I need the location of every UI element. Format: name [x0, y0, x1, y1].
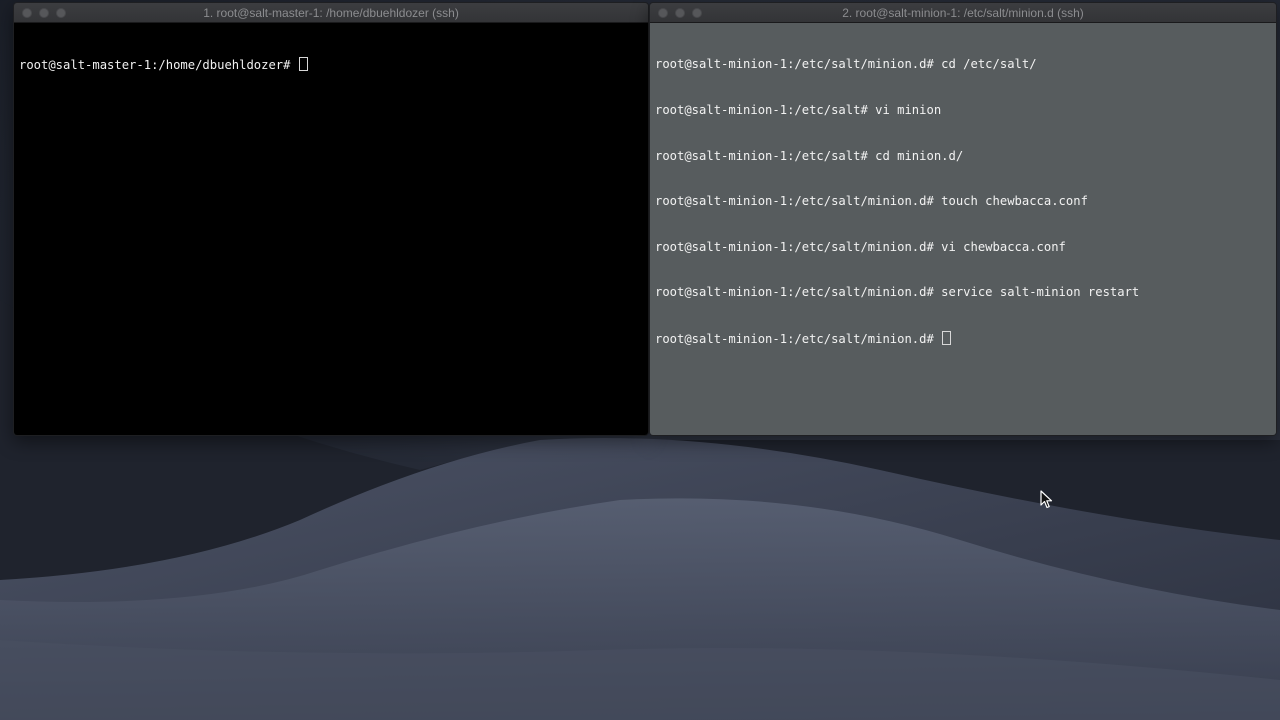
window-title: 1. root@salt-master-1: /home/dbuehldozer…: [203, 6, 459, 20]
terminal-line: root@salt-minion-1:/etc/salt/minion.d# t…: [655, 194, 1088, 209]
terminal-output[interactable]: root@salt-master-1:/home/dbuehldozer#: [14, 23, 648, 435]
cursor: [942, 330, 952, 345]
cursor: [298, 57, 308, 72]
terminal-line: root@salt-minion-1:/etc/salt# vi minion: [655, 103, 942, 117]
terminal-window-master[interactable]: 1. root@salt-master-1: /home/dbuehldozer…: [13, 2, 649, 436]
terminal-output[interactable]: root@salt-minion-1:/etc/salt/minion.d# c…: [650, 23, 1276, 435]
titlebar[interactable]: 1. root@salt-master-1: /home/dbuehldozer…: [14, 3, 648, 23]
terminal-line: root@salt-minion-1:/etc/salt/minion.d# v…: [655, 239, 1066, 254]
titlebar[interactable]: 2. root@salt-minion-1: /etc/salt/minion.…: [650, 3, 1276, 23]
terminal-line: root@salt-minion-1:/etc/salt/minion.d# c…: [655, 57, 1037, 72]
desktop: 1. root@salt-master-1: /home/dbuehldozer…: [0, 0, 1280, 720]
mouse-pointer-icon: [1040, 490, 1053, 509]
terminal-line: root@salt-minion-1:/etc/salt/minion.d#: [655, 330, 1271, 346]
terminal-line: root@salt-minion-1:/etc/salt/minion.d# s…: [655, 285, 1140, 300]
window-title: 2. root@salt-minion-1: /etc/salt/minion.…: [842, 6, 1084, 20]
terminal-window-minion[interactable]: 2. root@salt-minion-1: /etc/salt/minion.…: [649, 2, 1277, 436]
terminal-line: root@salt-minion-1:/etc/salt# cd minion.…: [655, 148, 964, 163]
terminal-line: root@salt-master-1:/home/dbuehldozer#: [19, 57, 643, 72]
